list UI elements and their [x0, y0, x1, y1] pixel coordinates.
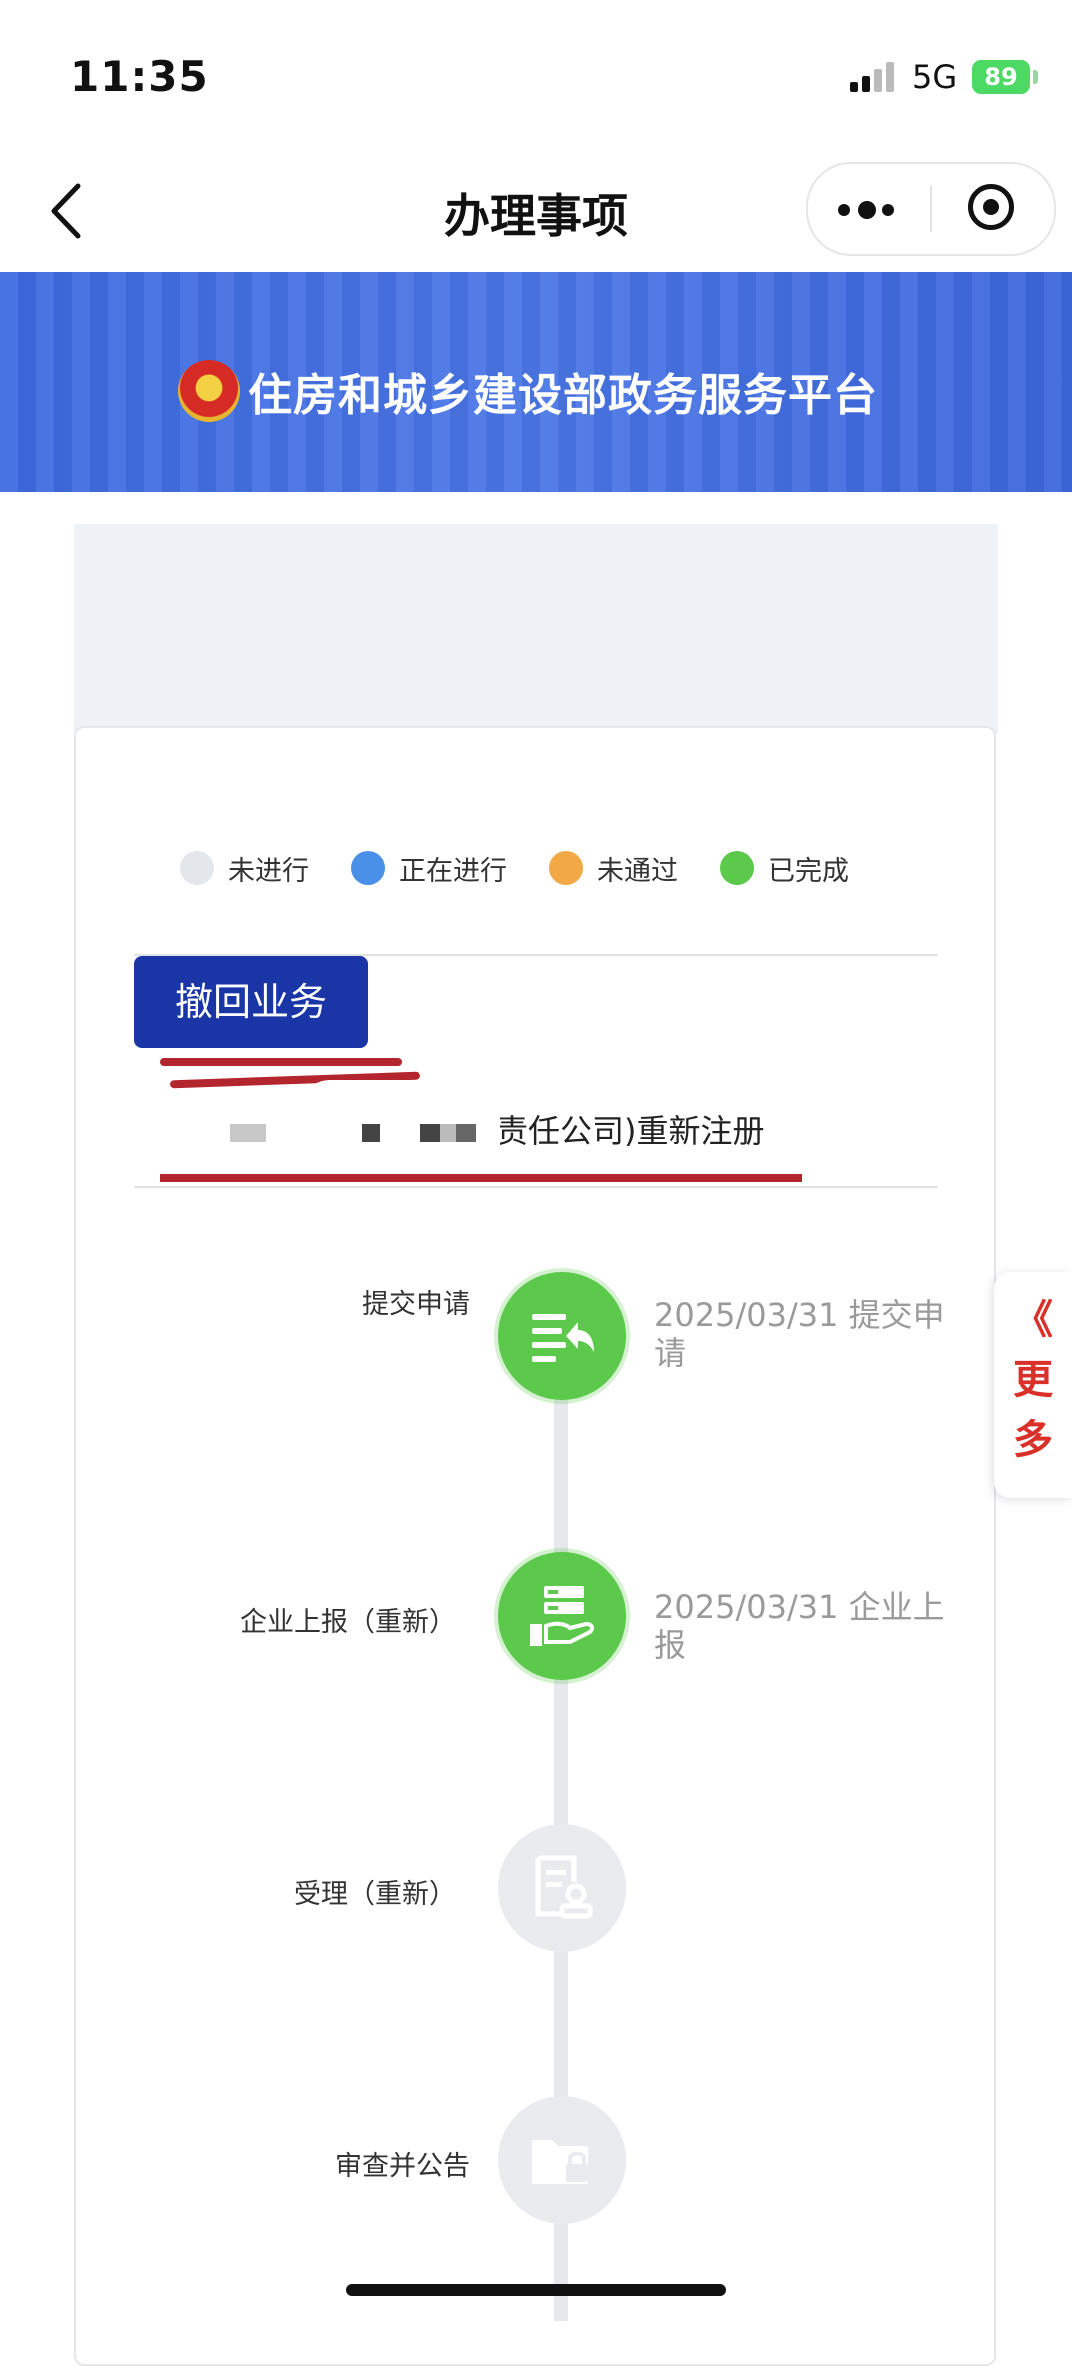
submit-icon	[532, 1314, 594, 1362]
redaction-mark	[160, 1174, 802, 1182]
more-options-icon[interactable]	[838, 201, 908, 219]
header-banner: 住房和城乡建设部政务服务平台	[0, 272, 1072, 492]
more-tab-char: 更	[1013, 1357, 1053, 1403]
nav-bar: 办理事项	[0, 150, 1072, 272]
business-name: 责任公司)重新注册	[496, 1112, 765, 1150]
legend-label: 正在进行	[399, 855, 507, 887]
signal-icon	[850, 62, 900, 92]
accept-stamp-icon	[535, 1855, 593, 1919]
step-node-accept	[498, 1824, 626, 1952]
status-legend: 未进行 正在进行 未通过 已完成	[180, 848, 891, 888]
info-panel	[74, 524, 998, 734]
mini-program-capsule	[806, 162, 1056, 256]
legend-dot-icon	[549, 851, 583, 885]
network-label: 5G	[912, 58, 958, 96]
step-label: 提交申请	[362, 1289, 470, 1320]
status-time: 11:35	[70, 52, 209, 101]
chevron-double-left-icon: 《	[1013, 1297, 1053, 1343]
step-label: 企业上报（重新）	[240, 1607, 456, 1638]
step-note: 2025/03/31 提交申请	[654, 1296, 945, 1372]
legend-completed: 已完成	[720, 849, 849, 888]
mosaic-block	[420, 1124, 476, 1142]
capsule-divider	[930, 186, 932, 232]
mosaic-block	[230, 1124, 266, 1142]
more-tab[interactable]: 《 更 多	[994, 1272, 1072, 1498]
mosaic-block	[362, 1124, 380, 1142]
folder-lock-icon	[532, 2140, 588, 2184]
banner-title: 住房和城乡建设部政务服务平台	[248, 370, 878, 421]
legend-label: 已完成	[768, 855, 849, 887]
national-emblem-icon	[178, 360, 240, 422]
legend-dot-icon	[720, 851, 754, 885]
divider	[134, 1186, 938, 1188]
battery-level: 89	[984, 63, 1018, 91]
legend-label: 未通过	[597, 855, 678, 887]
step-label: 审查并公告	[335, 2151, 470, 2182]
step-node-review	[498, 2096, 626, 2224]
step-node-submit	[498, 1272, 626, 1400]
legend-not-started: 未进行	[180, 849, 309, 888]
step-note: 2025/03/31 企业上报	[654, 1588, 945, 1664]
legend-label: 未进行	[228, 855, 309, 887]
revoke-business-button[interactable]: 撤回业务	[134, 956, 368, 1048]
home-indicator[interactable]	[346, 2284, 726, 2296]
more-tab-char: 多	[1013, 1417, 1053, 1463]
battery-icon: 89	[972, 60, 1030, 94]
redaction-mark	[160, 1058, 402, 1066]
report-icon	[530, 1586, 595, 1646]
step-node-report	[498, 1552, 626, 1680]
battery-cap	[1033, 70, 1038, 84]
banner-content: 住房和城乡建设部政务服务平台	[178, 358, 878, 424]
status-bar: 11:35 5G 89	[0, 0, 1072, 150]
legend-in-progress: 正在进行	[351, 849, 507, 888]
step-label: 受理（重新）	[294, 1879, 456, 1910]
legend-dot-icon	[351, 851, 385, 885]
close-miniprogram-icon[interactable]	[968, 184, 1014, 230]
legend-failed: 未通过	[549, 849, 678, 888]
legend-dot-icon	[180, 851, 214, 885]
